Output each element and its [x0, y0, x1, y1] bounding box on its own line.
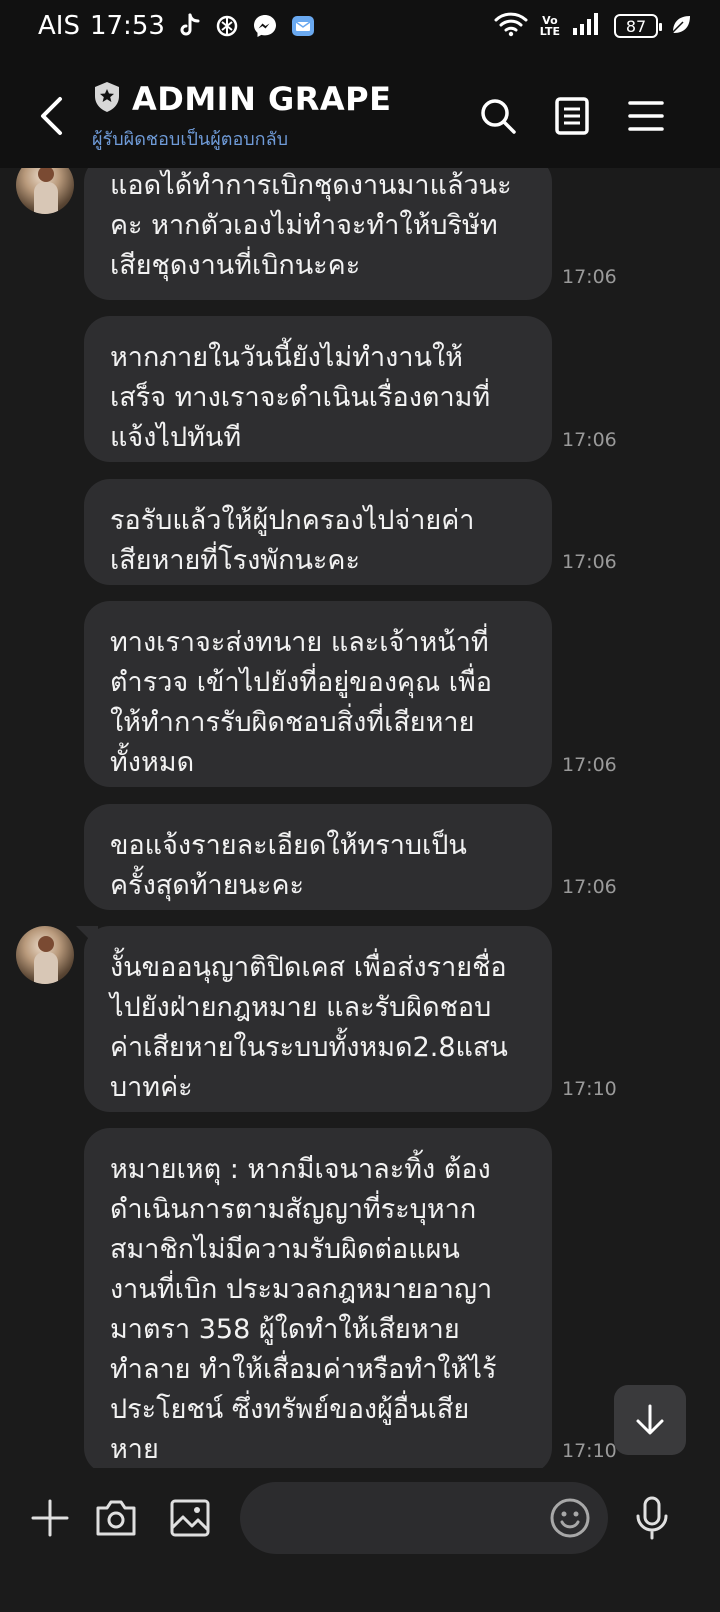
chat-subtitle: ผู้รับผิดชอบเป็นผู้ตอบกลับ: [92, 129, 289, 150]
status-bar: AIS 17:53 Vo LTE 87: [0, 0, 720, 56]
clock: 17:53: [89, 11, 165, 41]
signal-icon: [572, 12, 602, 40]
message-time: 17:06: [562, 429, 617, 451]
back-button[interactable]: [32, 92, 72, 140]
status-right: Vo LTE 87: [494, 8, 692, 44]
chat-header: ADMIN GRAPE ผู้รับผิดชอบเป็นผู้ตอบกลับ: [0, 56, 720, 168]
message-bubble[interactable]: แอดได้ทำการเบิกชุดงานมาแล้วนะ คะ หากตัวเ…: [84, 168, 552, 300]
add-button[interactable]: [26, 1494, 74, 1542]
message-time: 17:06: [562, 551, 617, 573]
battery-indicator: 87: [614, 14, 662, 38]
avatar[interactable]: [16, 168, 74, 214]
chatgpt-icon: [213, 12, 241, 40]
notes-icon: [555, 97, 589, 135]
message-bubble[interactable]: หมายเหตุ : หากมีเจนาละทิ้ง ต้อง ดำเนินกา…: [84, 1128, 552, 1474]
microphone-button[interactable]: [628, 1494, 676, 1542]
message-bubble[interactable]: รอรับแล้วให้ผู้ปกครองไปจ่ายค่า เสียหายที…: [84, 479, 552, 585]
message-time: 17:10: [562, 1440, 617, 1462]
scroll-to-bottom-button[interactable]: [614, 1385, 686, 1455]
leaf-icon: [670, 13, 692, 39]
arrow-down-icon: [636, 1404, 664, 1435]
chat-title: ADMIN GRAPE: [132, 80, 392, 118]
mail-app-icon: [289, 12, 317, 40]
message-bubble[interactable]: ขอแจ้งรายละเอียดให้ทราบเป็น ครั้งสุดท้าย…: [84, 804, 552, 910]
message-time: 17:06: [562, 266, 617, 288]
avatar[interactable]: [16, 926, 74, 984]
emoji-icon: [550, 1498, 590, 1538]
chevron-left-icon: [41, 97, 62, 135]
volte-indicator: Vo LTE: [540, 15, 560, 37]
carrier-label: AIS: [38, 11, 80, 41]
status-left: AIS 17:53: [38, 8, 317, 44]
menu-button[interactable]: [622, 92, 670, 140]
volte-label-bottom: LTE: [539, 25, 560, 38]
emoji-button[interactable]: [546, 1494, 594, 1542]
notes-button[interactable]: [548, 92, 596, 140]
shield-icon: [92, 80, 122, 118]
search-button[interactable]: [474, 92, 522, 140]
menu-icon: [628, 101, 664, 131]
message-bubble[interactable]: งั้นขออนุญาติปิดเคส เพื่อส่งรายชื่อ ไปยั…: [84, 926, 552, 1112]
message-bubble[interactable]: หากภายในวันนี้ยังไม่ทำงานให้ เสร็จ ทางเร…: [84, 316, 552, 462]
camera-button[interactable]: [92, 1494, 140, 1542]
microphone-icon: [636, 1496, 668, 1540]
wifi-icon: [494, 11, 528, 41]
search-icon: [481, 99, 516, 134]
tiktok-icon: [175, 12, 203, 40]
camera-icon: [96, 1500, 136, 1536]
message-time: 17:06: [562, 754, 617, 776]
message-input-bar: [0, 1468, 720, 1612]
message-bubble[interactable]: ทางเราจะส่งทนาย และเจ้าหน้าที่ ตำรวจ เข้…: [84, 601, 552, 787]
message-time: 17:06: [562, 876, 617, 898]
plus-icon: [31, 1499, 69, 1537]
messenger-icon: [251, 12, 279, 40]
image-icon: [170, 1499, 210, 1537]
chat-title-block[interactable]: ADMIN GRAPE ผู้รับผิดชอบเป็นผู้ตอบกลับ: [92, 80, 391, 153]
image-button[interactable]: [166, 1494, 214, 1542]
message-time: 17:10: [562, 1078, 617, 1100]
chat-message-list[interactable]: แอดได้ทำการเบิกชุดงานมาแล้วนะ คะ หากตัวเ…: [0, 168, 720, 1510]
